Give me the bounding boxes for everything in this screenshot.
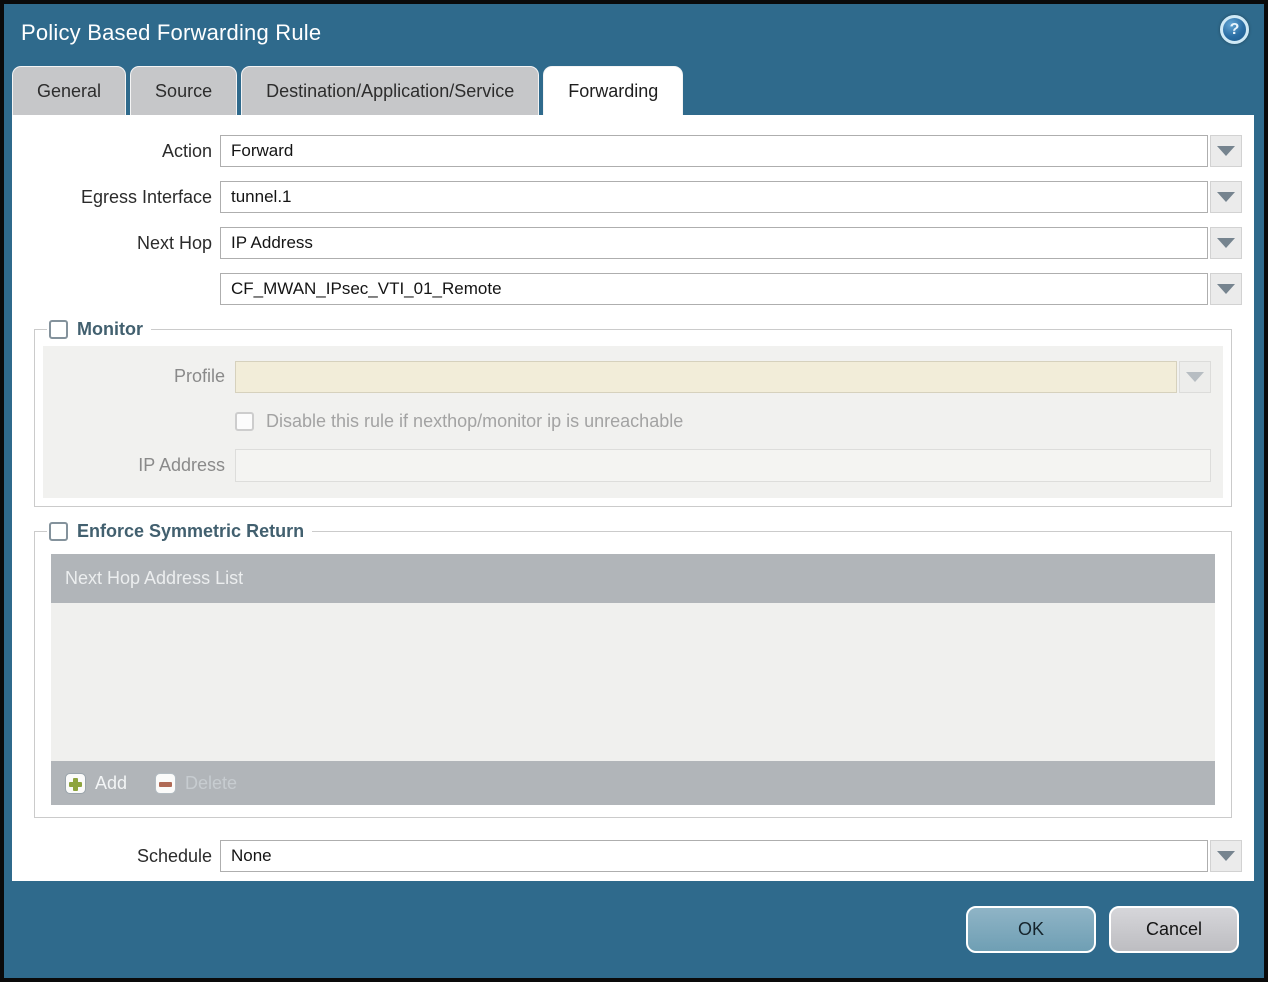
symmetric-return-checkbox[interactable] — [49, 522, 68, 541]
delete-button-label: Delete — [185, 772, 238, 793]
table-toolbar: Add Delete — [51, 761, 1215, 805]
pbf-rule-dialog: Policy Based Forwarding Rule ? General S… — [4, 4, 1264, 978]
chevron-down-icon — [1186, 371, 1204, 382]
symmetric-return-group: Enforce Symmetric Return Next Hop Addres… — [34, 521, 1232, 818]
next-hop-address-value[interactable]: CF_MWAN_IPsec_VTI_01_Remote — [220, 273, 1208, 305]
help-icon[interactable]: ? — [1220, 15, 1249, 44]
tab-forwarding[interactable]: Forwarding — [543, 66, 684, 115]
monitor-checkbox[interactable] — [49, 320, 68, 339]
next-hop-label: Next Hop — [136, 232, 212, 253]
monitor-ip-input-disabled — [235, 449, 1211, 482]
action-value[interactable]: Forward — [220, 135, 1208, 167]
chevron-down-icon — [1217, 851, 1235, 861]
plus-icon — [65, 772, 86, 794]
symmetric-return-title: Enforce Symmetric Return — [77, 521, 305, 541]
schedule-dropdown[interactable]: None — [220, 840, 1242, 872]
minus-icon — [155, 772, 177, 794]
profile-dropdown-disabled — [235, 360, 1211, 393]
add-button[interactable]: Add — [65, 772, 128, 794]
action-row: Action Forward — [12, 135, 1242, 167]
chevron-down-icon — [1217, 192, 1235, 202]
monitor-legend: Monitor — [47, 319, 151, 340]
monitor-ip-row: IP Address — [43, 449, 1211, 482]
screenshot-stage: Policy Based Forwarding Rule ? General S… — [0, 0, 1268, 982]
disable-rule-label: Disable this rule if nexthop/monitor ip … — [266, 410, 684, 431]
disable-rule-row: Disable this rule if nexthop/monitor ip … — [235, 407, 1211, 435]
profile-dropdown-button — [1179, 360, 1211, 393]
action-dropdown-button[interactable] — [1210, 135, 1242, 167]
profile-label: Profile — [173, 366, 225, 386]
chevron-down-icon — [1217, 284, 1235, 294]
egress-interface-row: Egress Interface tunnel.1 — [12, 181, 1242, 213]
dialog-title: Policy Based Forwarding Rule — [21, 20, 322, 45]
monitor-ip-label: IP Address — [138, 455, 225, 475]
monitor-fields: Profile Disable this rule if nexthop/mon… — [43, 346, 1223, 498]
next-hop-type-dropdown-button[interactable] — [1210, 227, 1242, 259]
chevron-down-icon — [1217, 146, 1235, 156]
tab-destination-application-service[interactable]: Destination/Application/Service — [241, 66, 540, 115]
schedule-label: Schedule — [136, 845, 212, 866]
chevron-down-icon — [1217, 238, 1235, 248]
next-hop-address-list-table: Next Hop Address List Add Delete — [51, 554, 1215, 805]
next-hop-type-dropdown[interactable]: IP Address — [220, 227, 1242, 259]
table-header: Next Hop Address List — [51, 554, 1215, 603]
symmetric-return-legend: Enforce Symmetric Return — [47, 521, 312, 542]
delete-button: Delete — [155, 772, 238, 794]
disable-rule-checkbox — [235, 411, 254, 431]
tab-bar: General Source Destination/Application/S… — [4, 66, 1264, 115]
egress-interface-dropdown-button[interactable] — [1210, 181, 1242, 213]
schedule-row: Schedule None — [12, 840, 1242, 872]
schedule-value[interactable]: None — [220, 840, 1208, 872]
next-hop-address-dropdown[interactable]: CF_MWAN_IPsec_VTI_01_Remote — [220, 273, 1242, 305]
action-dropdown[interactable]: Forward — [220, 135, 1242, 167]
ok-button[interactable]: OK — [966, 906, 1096, 953]
tab-general[interactable]: General — [12, 66, 127, 115]
schedule-dropdown-button[interactable] — [1210, 840, 1242, 872]
next-hop-address-dropdown-button[interactable] — [1210, 273, 1242, 305]
tab-source[interactable]: Source — [130, 66, 238, 115]
monitor-title: Monitor — [77, 319, 143, 339]
table-body-empty[interactable] — [51, 603, 1215, 761]
add-button-label: Add — [95, 772, 128, 793]
profile-row: Profile — [43, 360, 1211, 393]
egress-interface-value[interactable]: tunnel.1 — [220, 181, 1208, 213]
next-hop-row: Next Hop IP Address — [12, 227, 1242, 259]
dialog-titlebar: Policy Based Forwarding Rule ? — [4, 4, 1264, 66]
dialog-footer: OK Cancel — [4, 881, 1264, 978]
cancel-button[interactable]: Cancel — [1109, 906, 1239, 953]
egress-interface-dropdown[interactable]: tunnel.1 — [220, 181, 1242, 213]
egress-interface-label: Egress Interface — [80, 186, 212, 207]
next-hop-type-value[interactable]: IP Address — [220, 227, 1208, 259]
forwarding-tab-panel: Action Forward Egress Interface tunnel.1 — [12, 115, 1254, 881]
action-label: Action — [161, 140, 212, 161]
profile-value — [235, 360, 1177, 393]
monitor-group: Monitor Profile Disable this rule if nex… — [34, 319, 1232, 507]
next-hop-address-row: CF_MWAN_IPsec_VTI_01_Remote — [12, 273, 1242, 305]
